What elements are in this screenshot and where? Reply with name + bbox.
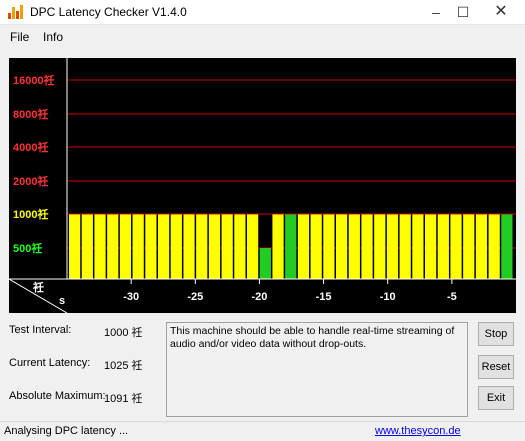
status-bar: Analysing DPC latency ... www.thesycon.d… — [0, 421, 525, 441]
reset-button[interactable]: Reset — [478, 355, 514, 379]
menu-bar: File Info — [0, 26, 525, 48]
chart-bar — [348, 214, 360, 279]
chart-bar — [412, 214, 424, 279]
stop-button[interactable]: Stop — [478, 322, 514, 346]
y-tick-label: 4000祍 — [13, 140, 48, 154]
x-tick-label: -15 — [316, 291, 332, 303]
vendor-link[interactable]: www.thesycon.de — [375, 425, 461, 437]
chart-bar — [119, 214, 132, 279]
close-icon[interactable]: ✕ — [484, 0, 518, 24]
chart-bar — [450, 214, 462, 279]
x-tick-label: -30 — [123, 291, 139, 303]
chart-bar — [310, 214, 322, 279]
chart-bar — [183, 214, 195, 279]
y-tick-label: 1000祍 — [13, 207, 48, 221]
chart-bar — [437, 214, 449, 279]
chart-bar — [488, 214, 500, 279]
x-tick-label: -25 — [187, 291, 203, 303]
current-latency-label: Current Latency: — [9, 357, 91, 369]
latency-chart-svg: 16000祍 8000祍 4000祍 2000祍 1000祍 500祍祍 s -30 -25 -2… — [8, 58, 516, 314]
test-interval-value: 1000 祍 — [104, 327, 143, 339]
title-bar: DPC Latency Checker V1.4.0 – ☐ ✕ — [0, 0, 525, 25]
window-title: DPC Latency Checker V1.4.0 — [30, 5, 187, 19]
y-tick-label: 500祍 — [13, 241, 42, 255]
chart-bar — [374, 214, 386, 279]
x-tick-label: -10 — [380, 291, 396, 303]
maximize-icon[interactable]: ☐ — [446, 0, 480, 24]
chart-bar — [399, 214, 411, 279]
chart-bar — [196, 214, 208, 279]
chart-bar — [272, 214, 284, 279]
x-axis-unit-label: s — [59, 295, 65, 307]
chart-bar — [247, 214, 259, 279]
chart-bar — [323, 214, 335, 279]
menu-info[interactable]: Info — [43, 30, 63, 44]
chart-bar — [132, 214, 144, 279]
y-axis-unit-label: 祍 — [32, 280, 44, 294]
chart-bar — [259, 248, 271, 279]
chart-bar — [475, 214, 488, 279]
chart-bar — [285, 214, 297, 279]
chart-bar — [425, 214, 437, 279]
y-tick-label: 2000祍 — [13, 174, 48, 188]
x-tick-label: -5 — [447, 291, 457, 303]
menu-file[interactable]: File — [10, 30, 29, 44]
chart-bar — [158, 214, 170, 279]
test-interval-label: Test Interval: — [9, 324, 72, 336]
absolute-maximum-value: 1091 祍 — [104, 393, 143, 405]
app-bar-chart-icon — [8, 5, 24, 19]
chart-bar — [145, 214, 157, 279]
current-latency-value: 1025 祍 — [104, 360, 143, 372]
y-tick-label: 16000祍 — [13, 73, 55, 87]
chart-bar — [208, 214, 221, 279]
y-tick-label: 8000祍 — [13, 107, 48, 121]
status-message: This machine should be able to handle re… — [166, 322, 468, 417]
absolute-maximum-label: Absolute Maximum: — [9, 390, 106, 402]
chart-bar — [107, 214, 119, 279]
chart-bar — [336, 214, 348, 279]
chart-bar — [386, 214, 399, 279]
chart-bar — [501, 214, 513, 279]
chart-bar — [361, 214, 373, 279]
chart-bar — [234, 214, 246, 279]
chart-bar — [297, 214, 310, 279]
exit-button[interactable]: Exit — [478, 386, 514, 410]
chart-bar — [170, 214, 182, 279]
chart-bar — [69, 214, 81, 279]
latency-chart: 16000祍 8000祍 4000祍 2000祍 1000祍 500祍祍 s -30 -25 -2… — [8, 58, 516, 314]
chart-bar — [94, 214, 106, 279]
chart-bar — [221, 214, 233, 279]
chart-bar — [81, 214, 93, 279]
x-tick-label: -20 — [251, 291, 267, 303]
status-text: Analysing DPC latency ... — [4, 425, 129, 437]
chart-bar — [463, 214, 475, 279]
